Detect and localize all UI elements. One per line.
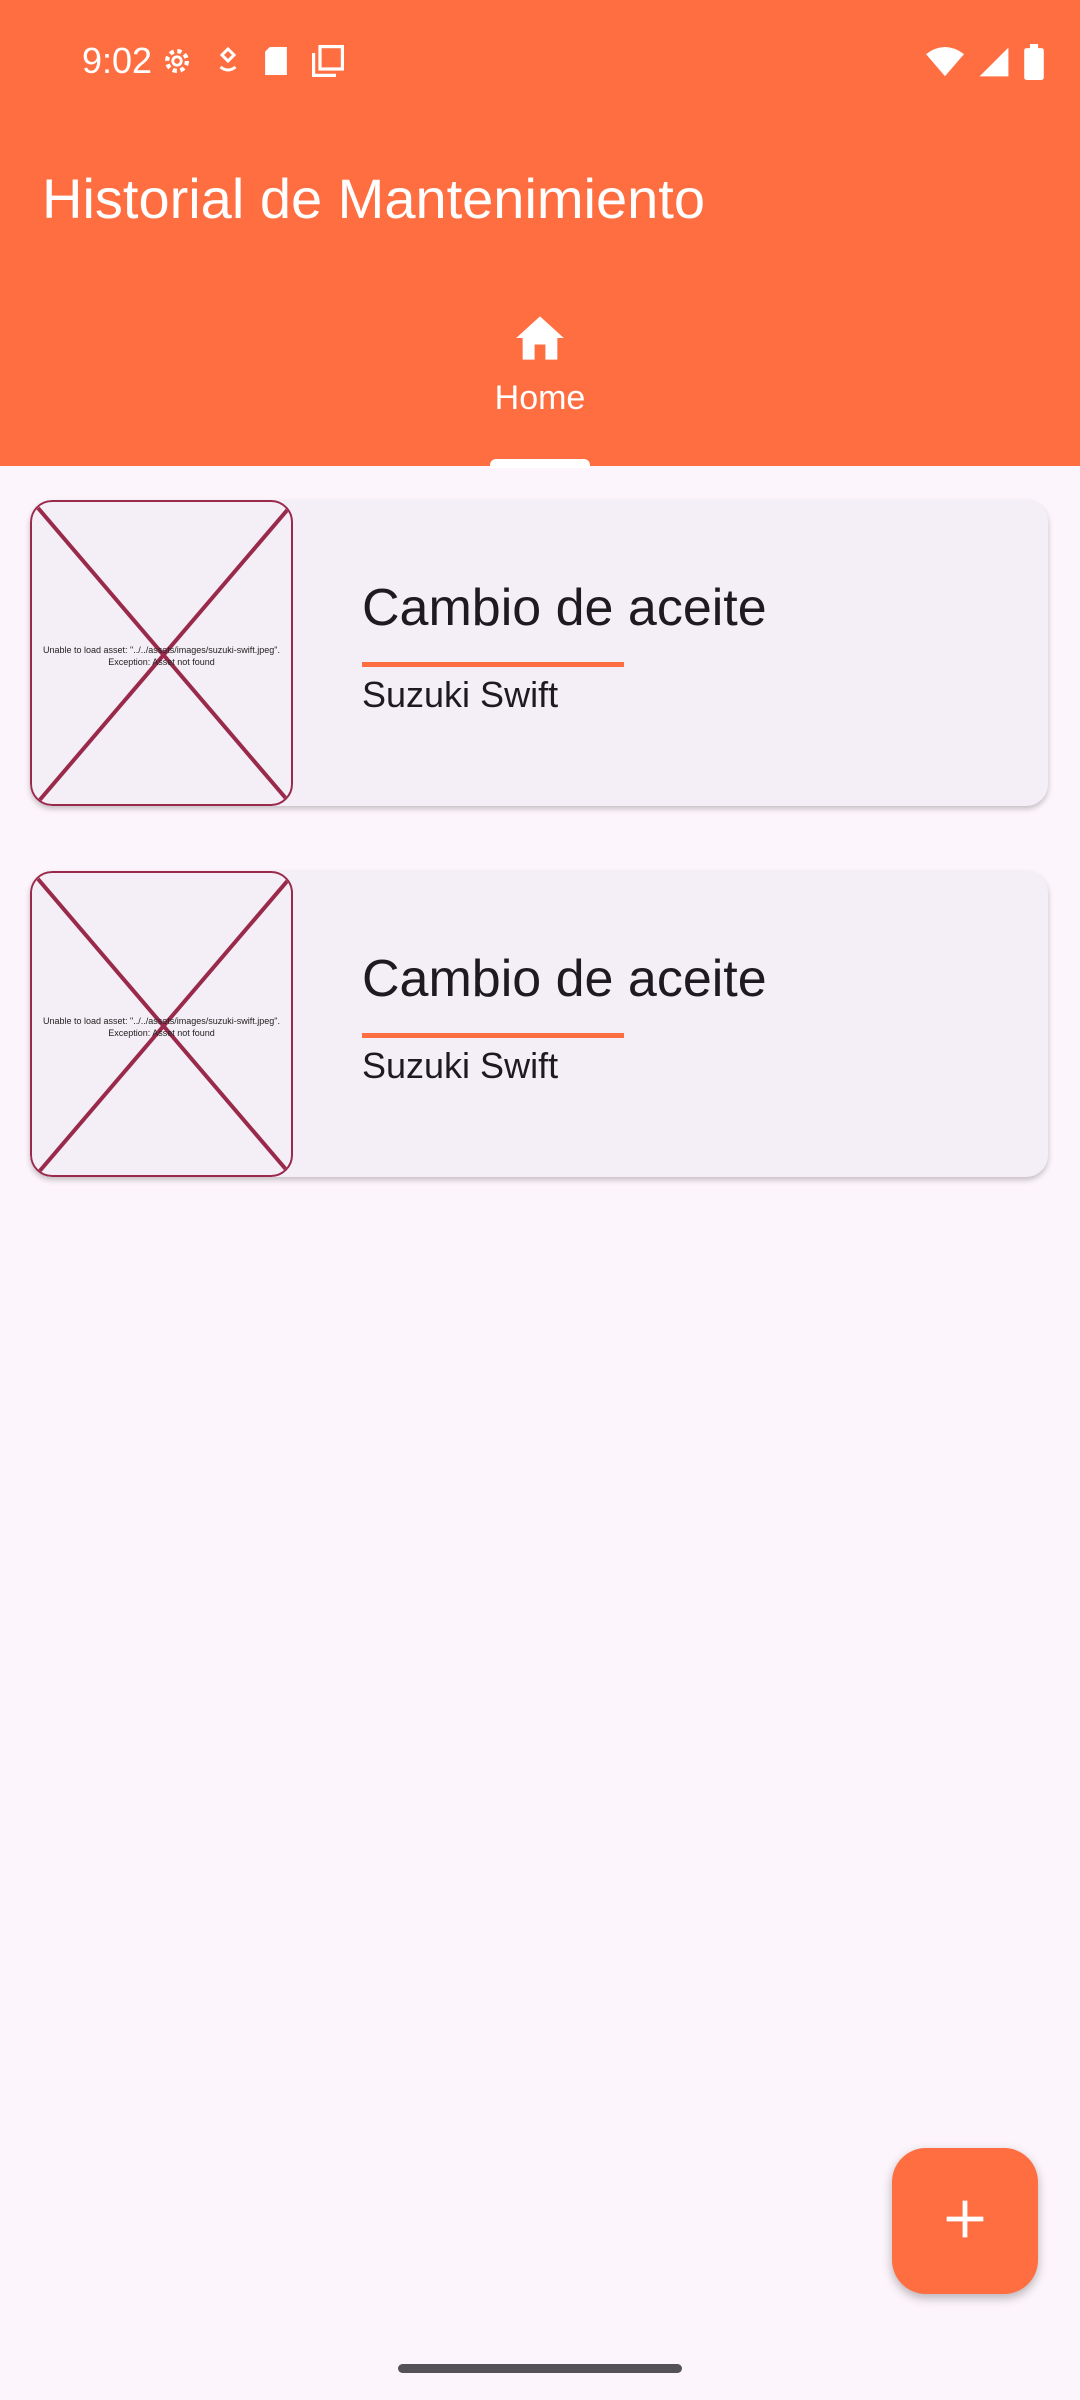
add-record-button[interactable]: [892, 2148, 1038, 2294]
battery-icon: [1024, 44, 1044, 85]
sd-card-icon: [262, 45, 290, 82]
home-icon: [514, 314, 566, 367]
maintenance-card[interactable]: Unable to load asset: "../../assets/imag…: [30, 871, 1048, 1177]
title-underline: [362, 1033, 624, 1038]
record-subtitle: Suzuki Swift: [362, 1045, 559, 1086]
record-title: Cambio de aceite: [362, 950, 767, 1008]
copy-icon: [312, 45, 344, 82]
status-time: 9:02: [82, 40, 153, 81]
status-icons-left: [160, 44, 344, 83]
gesture-home-bar[interactable]: [398, 2364, 682, 2373]
maintenance-card[interactable]: Unable to load asset: "../../assets/imag…: [30, 500, 1048, 806]
record-image-placeholder: Unable to load asset: "../../assets/imag…: [30, 871, 293, 1177]
plus-icon: [943, 2197, 987, 2246]
image-error-text: Unable to load asset: "../../assets/imag…: [43, 645, 280, 667]
tab-home[interactable]: Home: [440, 300, 640, 466]
image-error-text: Unable to load asset: "../../assets/imag…: [43, 1016, 280, 1038]
tab-home-label: Home: [494, 379, 586, 417]
status-icons-right: [926, 44, 1044, 85]
medical-icon: [216, 46, 240, 81]
app-bar: 9:02 Historial de Mantenimiento Home: [0, 0, 1080, 468]
record-subtitle: Suzuki Swift: [362, 674, 559, 715]
signal-icon: [978, 46, 1010, 83]
wifi-icon: [926, 46, 964, 83]
record-image-placeholder: Unable to load asset: "../../assets/imag…: [30, 500, 293, 806]
page-title: Historial de Mantenimiento: [42, 167, 705, 230]
record-title: Cambio de aceite: [362, 579, 767, 637]
tab-indicator: [490, 459, 590, 468]
settings-icon: [160, 44, 194, 83]
title-underline: [362, 662, 624, 667]
